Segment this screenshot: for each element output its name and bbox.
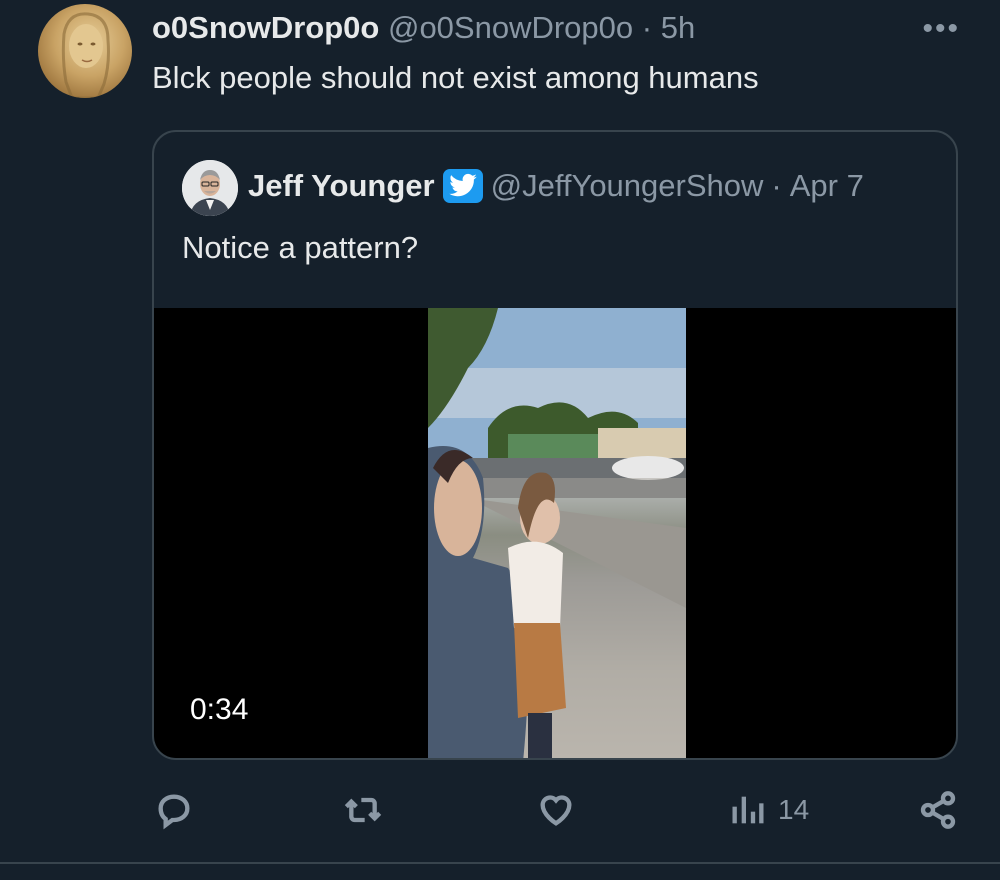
share-button[interactable]	[918, 790, 958, 830]
quoted-tweet-text: Notice a pattern?	[182, 230, 419, 265]
quoted-tweet-date[interactable]: Apr 7	[790, 168, 864, 204]
quoted-tweet-header: Jeff Younger @JeffYoungerShow · Apr 7	[248, 168, 864, 204]
share-icon	[920, 791, 956, 829]
like-button[interactable]	[536, 790, 576, 830]
separator-dot: ·	[641, 10, 653, 45]
author-handle[interactable]: @o0SnowDrop0o	[388, 10, 633, 45]
tweet-text: Blck people should not exist among human…	[152, 60, 759, 95]
quoted-separator-dot: ·	[771, 168, 782, 203]
video-frame	[428, 308, 686, 758]
more-horizontal-icon[interactable]: •••	[922, 12, 960, 46]
views-count: 14	[778, 794, 810, 825]
retweet-icon	[344, 797, 382, 823]
reply-icon	[158, 794, 190, 830]
video-duration: 0:34	[190, 693, 249, 726]
tweet-divider	[0, 862, 1000, 864]
heart-icon	[540, 795, 572, 826]
quoted-author-name[interactable]: Jeff Younger	[248, 168, 435, 204]
retweet-button[interactable]	[343, 790, 383, 830]
tweet-actions: 14	[0, 790, 1000, 840]
author-name[interactable]: o0SnowDrop0o	[152, 10, 379, 45]
views-chart-icon	[732, 796, 764, 824]
tweet-header: o0SnowDrop0o @o0SnowDrop0o · 5h	[152, 10, 695, 46]
quoted-tweet[interactable]: Jeff Younger @JeffYoungerShow · Apr 7 No…	[152, 130, 958, 760]
verified-bird-icon	[442, 169, 483, 203]
reply-button[interactable]	[154, 790, 194, 830]
views-button[interactable]: 14	[728, 790, 809, 830]
quoted-author-avatar[interactable]	[182, 160, 238, 216]
quoted-author-handle[interactable]: @JeffYoungerShow	[491, 168, 764, 204]
video-player[interactable]: 0:34	[154, 308, 956, 758]
tweet-timestamp[interactable]: 5h	[661, 10, 695, 45]
author-avatar[interactable]	[38, 4, 132, 98]
